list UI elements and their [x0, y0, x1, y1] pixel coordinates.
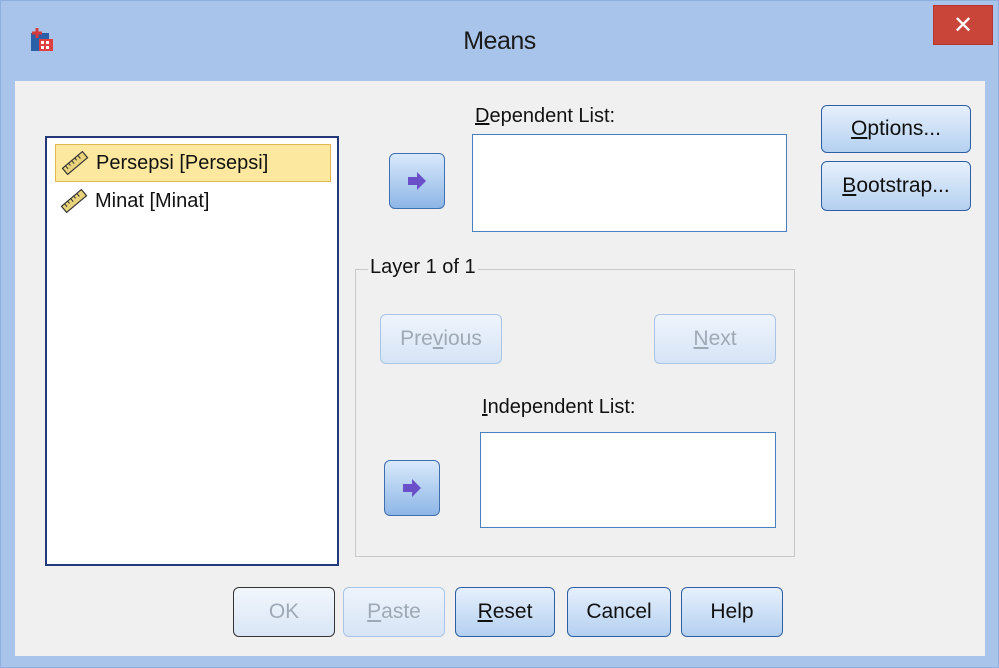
arrow-right-icon	[408, 172, 426, 190]
move-to-independent-button[interactable]	[384, 460, 440, 516]
arrow-right-icon	[403, 479, 421, 497]
dependent-list-box[interactable]	[472, 134, 787, 232]
help-button[interactable]: Help	[681, 587, 783, 637]
reset-button[interactable]: Reset	[455, 587, 555, 637]
source-variable-list[interactable]: Persepsi [Persepsi] Minat [Minat]	[45, 136, 339, 566]
layer-group: Layer 1 of 1 Pre v ious Next Independent L…	[355, 256, 795, 557]
previous-layer-button[interactable]: Pre v ious	[380, 314, 502, 364]
close-button[interactable]: ✕	[933, 5, 993, 45]
dependent-list-label: Dependent List:	[475, 105, 616, 127]
title-bar[interactable]: Means ✕	[1, 1, 998, 81]
ok-button[interactable]: OK	[233, 587, 335, 637]
cancel-button[interactable]: Cancel	[567, 587, 671, 637]
window-title: Means	[463, 27, 536, 55]
layer-group-title: Layer 1 of 1	[368, 256, 478, 279]
close-icon: ✕	[952, 11, 974, 39]
paste-button[interactable]: Paste	[343, 587, 445, 637]
bootstrap-button[interactable]: Bootstrap...	[821, 161, 971, 211]
dialog-body: Persepsi [Persepsi] Minat [Minat] Depend…	[15, 81, 985, 656]
independent-list-label: Independent List:	[482, 396, 636, 418]
ruler-scale-icon	[61, 151, 89, 175]
independent-list-box[interactable]	[480, 432, 776, 528]
variable-label: Persepsi [Persepsi]	[96, 151, 269, 174]
move-to-dependent-button[interactable]	[389, 153, 445, 209]
options-button[interactable]: Options...	[821, 105, 971, 153]
variable-item-minat[interactable]: Minat [Minat]	[55, 182, 331, 220]
variable-label: Minat [Minat]	[95, 189, 210, 212]
variable-item-persepsi[interactable]: Persepsi [Persepsi]	[55, 144, 331, 182]
ruler-scale-icon	[60, 189, 88, 213]
next-layer-button[interactable]: Next	[654, 314, 776, 364]
means-dialog-window: Means ✕ Persepsi [Persepsi] Minat [Minat…	[0, 0, 999, 668]
